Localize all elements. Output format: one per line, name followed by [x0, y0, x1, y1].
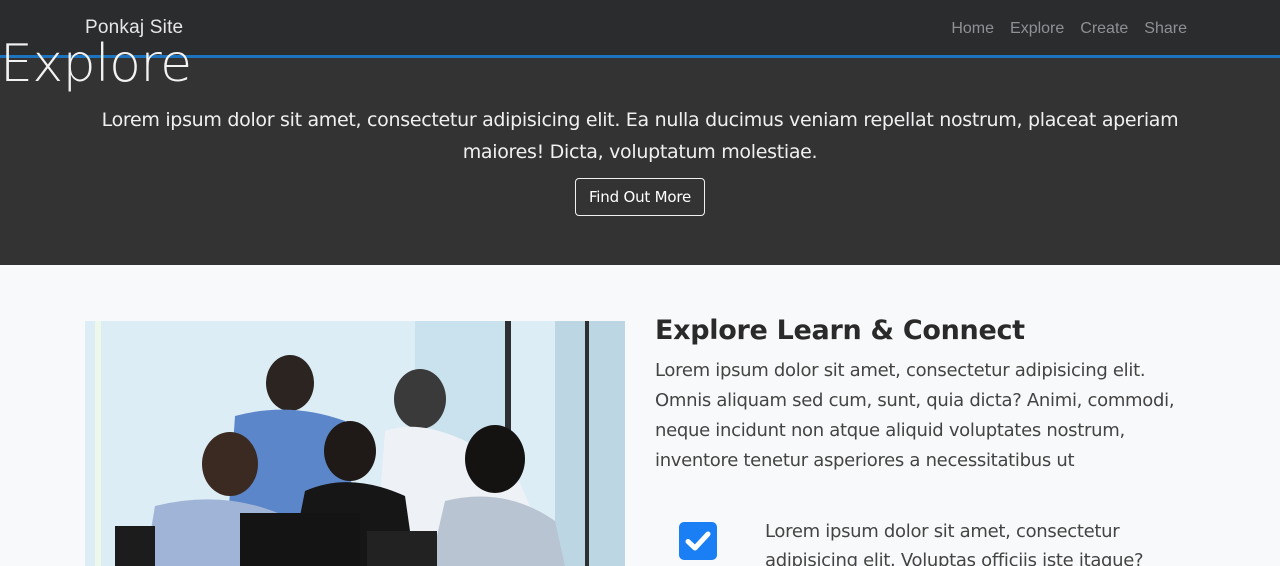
section-text: Lorem ipsum dolor sit amet, consectetur … [655, 360, 1175, 471]
find-out-more-button[interactable]: Find Out More [575, 178, 705, 216]
check-square-icon [679, 522, 717, 560]
feature-text: Lorem ipsum dolor sit amet, consectetur … [765, 521, 1144, 566]
hero-text: Lorem ipsum dolor sit amet, consectetur … [101, 109, 1179, 163]
explore-section: Explore Learn & Connect Lorem ipsum dolo… [0, 265, 1280, 566]
team-photo-illustration [85, 321, 625, 566]
hero-title: Explore [0, 34, 192, 94]
section-heading: Explore Learn & Connect [655, 315, 1025, 346]
team-photo [85, 321, 625, 566]
